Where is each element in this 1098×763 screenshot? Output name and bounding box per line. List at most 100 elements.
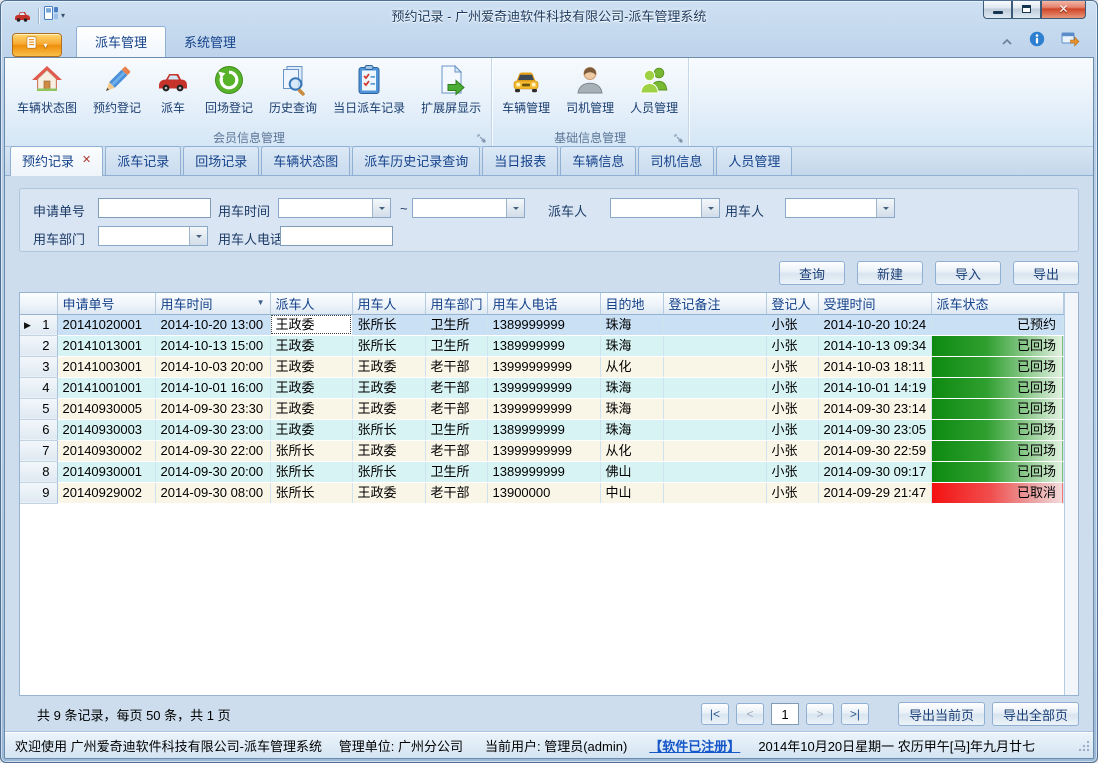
table-row[interactable]: 4201410010012014-10-01 16:00王政委王政委老干部139… xyxy=(20,377,1064,398)
table-row[interactable]: 8201409300012014-09-30 20:00张所长张所长卫生所138… xyxy=(20,461,1064,482)
chevron-down-icon[interactable] xyxy=(372,199,390,217)
page-number-input[interactable] xyxy=(771,703,799,725)
dispatcher-combo[interactable] xyxy=(610,198,720,218)
document-tab-6[interactable]: 车辆信息 xyxy=(560,146,636,175)
dialog-launcher-icon[interactable] xyxy=(477,134,486,143)
ribbon-button-yellow-car[interactable]: 车辆管理 xyxy=(494,60,558,118)
document-tab-0[interactable]: 预约记录✕ xyxy=(10,146,103,176)
app-menu-button[interactable]: ▾ xyxy=(12,33,62,57)
software-registered-link[interactable]: 【软件已注册】 xyxy=(649,736,740,755)
department-combo[interactable] xyxy=(98,226,208,246)
column-header[interactable]: 登记备注 xyxy=(663,293,766,314)
last-page-button[interactable]: >| xyxy=(841,703,869,725)
column-header[interactable] xyxy=(20,293,57,314)
minimize-button[interactable] xyxy=(983,0,1012,19)
chevron-down-icon[interactable] xyxy=(189,227,207,245)
cell: 2014-10-20 13:00 xyxy=(155,314,270,335)
ribbon-button-page-arrow[interactable]: 扩展屏显示 xyxy=(413,60,489,118)
import-button[interactable]: 导入 xyxy=(935,261,1001,285)
cell: 张所长 xyxy=(352,461,425,482)
table-row[interactable]: 6201409300032014-09-30 23:00王政委张所长卫生所138… xyxy=(20,419,1064,440)
user-phone-input[interactable] xyxy=(280,226,393,246)
close-button[interactable]: ✕ xyxy=(1041,0,1086,19)
use-time-from-combo[interactable] xyxy=(278,198,391,218)
ribbon-button-clipboard-check[interactable]: 当日派车记录 xyxy=(325,60,413,118)
table-row[interactable]: 7201409300022014-09-30 22:00张所长王政委老干部139… xyxy=(20,440,1064,461)
window-title: 预约记录 - 广州爱奇迪软件科技有限公司-派车管理系统 xyxy=(4,6,1094,25)
chevron-down-icon[interactable] xyxy=(506,199,524,217)
ribbon-group: 车辆状态图预约登记派车回场登记历史查询当日派车记录扩展屏显示会员信息管理 xyxy=(7,58,492,146)
prev-page-button[interactable]: < xyxy=(736,703,764,725)
column-header[interactable]: 受理时间 xyxy=(818,293,931,314)
column-header[interactable]: 目的地 xyxy=(600,293,663,314)
ribbon-button-people[interactable]: 人员管理 xyxy=(622,60,686,118)
ribbon-button-document-search[interactable]: 历史查询 xyxy=(261,60,325,118)
quick-access-toolbar-button[interactable]: ▾ xyxy=(43,5,65,26)
dialog-launcher-icon[interactable] xyxy=(674,134,683,143)
export-all-pages-button[interactable]: 导出全部页 xyxy=(992,702,1079,726)
column-header[interactable]: 用车时间▼ xyxy=(155,293,270,314)
cell: 2014-10-13 15:00 xyxy=(155,335,270,356)
request-no-input[interactable] xyxy=(98,198,211,218)
tilde-label: ~ xyxy=(400,201,408,216)
use-time-to-combo[interactable] xyxy=(412,198,525,218)
restore-button[interactable] xyxy=(1012,0,1041,19)
cell: 王政委 xyxy=(270,335,352,356)
restore-icon xyxy=(1022,5,1031,13)
red-car-icon xyxy=(157,64,189,96)
export-current-page-button[interactable]: 导出当前页 xyxy=(898,702,985,726)
layout-squares-icon xyxy=(43,5,59,26)
column-header[interactable]: 派车状态 xyxy=(931,293,1064,314)
new-button[interactable]: 新建 xyxy=(857,261,923,285)
close-icon[interactable]: ✕ xyxy=(82,155,91,166)
next-page-button[interactable]: > xyxy=(806,703,834,725)
ribbon-button-label: 司机管理 xyxy=(566,99,614,116)
table-row[interactable]: 5201409300052014-09-30 23:30王政委王政委老干部139… xyxy=(20,398,1064,419)
export-button[interactable]: 导出 xyxy=(1013,261,1079,285)
chevron-down-icon[interactable] xyxy=(876,199,894,217)
column-header[interactable]: 用车人 xyxy=(352,293,425,314)
document-tab-7[interactable]: 司机信息 xyxy=(638,146,714,175)
ribbon-button-label: 历史查询 xyxy=(269,99,317,116)
collapse-ribbon-chevron-up-icon[interactable] xyxy=(1001,33,1013,51)
column-header[interactable]: 用车部门 xyxy=(425,293,487,314)
search-button[interactable]: 查询 xyxy=(779,261,845,285)
table-row[interactable]: 9201409290022014-09-30 08:00张所长王政委老干部139… xyxy=(20,482,1064,503)
document-tab-8[interactable]: 人员管理 xyxy=(716,146,792,175)
document-tab-5[interactable]: 当日报表 xyxy=(482,146,558,175)
table-row[interactable]: 2201410130012014-10-13 15:00王政委张所长卫生所138… xyxy=(20,335,1064,356)
app-logo-car-icon xyxy=(14,8,30,24)
column-header[interactable]: 申请单号 xyxy=(57,293,155,314)
ribbon-button-person[interactable]: 司机管理 xyxy=(558,60,622,118)
welcome-text: 欢迎使用 广州爱奇迪软件科技有限公司-派车管理系统 xyxy=(15,736,322,755)
document-tab-2[interactable]: 回场记录 xyxy=(183,146,259,175)
ribbon-button-green-refresh[interactable]: 回场登记 xyxy=(197,60,261,118)
cell: 珠海 xyxy=(600,314,663,335)
car-user-combo[interactable] xyxy=(785,198,895,218)
first-page-button[interactable]: |< xyxy=(701,703,729,725)
column-header[interactable]: 登记人 xyxy=(766,293,818,314)
document-tab-1[interactable]: 派车记录 xyxy=(105,146,181,175)
ribbon-tab-dispatch-management[interactable]: 派车管理 xyxy=(76,26,166,57)
document-tab-4[interactable]: 派车历史记录查询 xyxy=(352,146,480,175)
resize-grip[interactable] xyxy=(1078,740,1090,755)
green-refresh-icon xyxy=(213,64,245,96)
chevron-down-icon[interactable] xyxy=(701,199,719,217)
switch-window-icon[interactable] xyxy=(1061,31,1080,52)
column-header[interactable]: 派车人 xyxy=(270,293,352,314)
dispatch-status-cell: 已回场 xyxy=(931,398,1064,419)
table-row[interactable]: ▶1201410200012014-10-20 13:00王政委张所长卫生所13… xyxy=(20,314,1064,335)
document-tab-label: 派车记录 xyxy=(117,151,169,170)
info-icon[interactable] xyxy=(1029,31,1045,52)
table-row[interactable]: 3201410030012014-10-03 20:00王政委王政委老干部139… xyxy=(20,356,1064,377)
ribbon-button-red-car[interactable]: 派车 xyxy=(149,60,197,118)
vertical-scrollbar[interactable] xyxy=(1064,293,1078,695)
document-tab-3[interactable]: 车辆状态图 xyxy=(261,146,350,175)
ribbon-tab-system-management[interactable]: 系统管理 xyxy=(166,27,254,57)
column-header[interactable]: 用车人电话 xyxy=(487,293,600,314)
title-bar[interactable]: ▾ 预约记录 - 广州爱奇迪软件科技有限公司-派车管理系统 ✕ xyxy=(4,1,1094,30)
ribbon-button-house[interactable]: 车辆状态图 xyxy=(9,60,85,118)
cell: 2014-09-30 23:00 xyxy=(155,419,270,440)
ribbon-button-pencil[interactable]: 预约登记 xyxy=(85,60,149,118)
cell xyxy=(663,482,766,503)
